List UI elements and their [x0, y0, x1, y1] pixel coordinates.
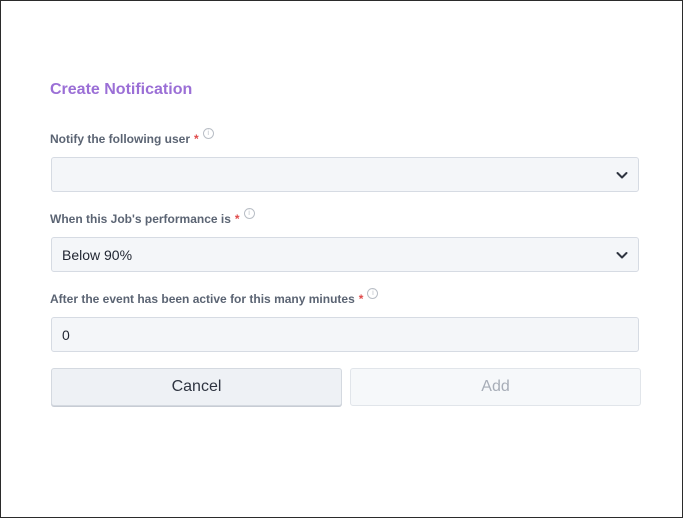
info-icon[interactable]: i [243, 208, 255, 219]
info-icon[interactable]: i [367, 288, 379, 299]
minutes-label-text: After the event has been active for this… [50, 292, 355, 306]
minutes-input-value: 0 [62, 326, 70, 343]
notify-user-select[interactable] [51, 157, 639, 192]
dialog: Create Notification Notify the following… [0, 0, 683, 518]
info-icon[interactable]: i [202, 128, 214, 139]
notify-user-label-text: Notify the following user [50, 132, 190, 146]
minutes-label: After the event has been active for this… [50, 288, 379, 306]
cancel-button[interactable]: Cancel [51, 368, 342, 406]
performance-label-text: When this Job's performance is [50, 212, 231, 226]
chevron-down-icon [616, 252, 628, 259]
add-button[interactable]: Add [350, 368, 641, 406]
performance-select-value: Below 90% [62, 246, 133, 263]
notify-user-label: Notify the following user * i [50, 128, 214, 146]
chevron-down-icon [616, 172, 628, 179]
minutes-input[interactable]: 0 [51, 317, 639, 352]
required-asterisk: * [234, 212, 240, 226]
dialog-title: Create Notification [50, 81, 193, 98]
required-asterisk: * [194, 132, 199, 146]
performance-select[interactable]: Below 90% [51, 237, 639, 272]
performance-label: When this Job's performance is * i [50, 208, 255, 226]
required-asterisk: * [358, 292, 364, 306]
